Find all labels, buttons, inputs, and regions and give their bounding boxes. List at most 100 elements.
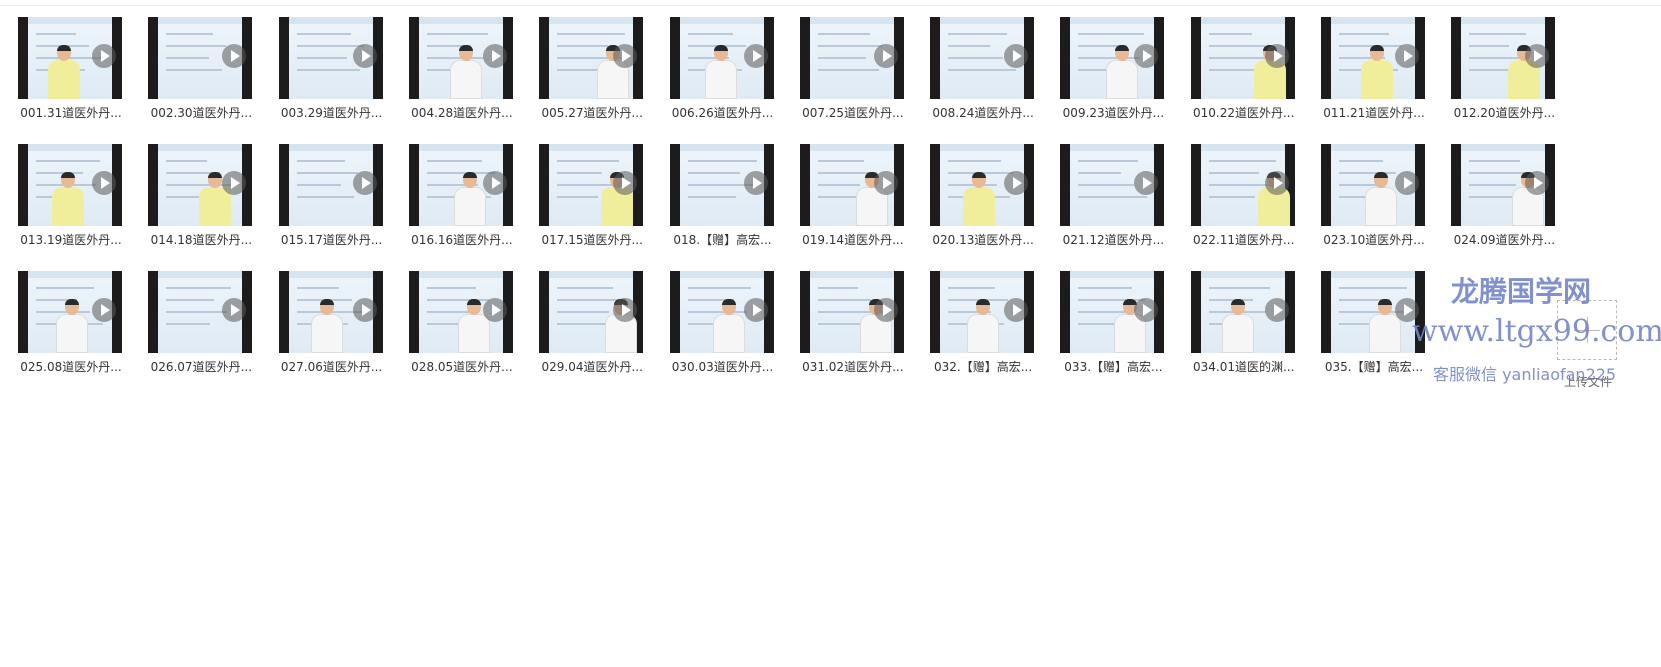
play-icon[interactable] <box>222 43 247 68</box>
play-icon[interactable] <box>613 297 638 322</box>
video-thumbnail[interactable] <box>1060 271 1165 353</box>
play-icon[interactable] <box>1134 170 1159 195</box>
file-item[interactable]: 030.03道医外丹... <box>669 271 808 396</box>
file-item[interactable]: 018.【赠】高宏... <box>669 144 808 269</box>
play-icon[interactable] <box>1395 170 1419 195</box>
video-thumbnail[interactable] <box>1060 17 1165 99</box>
file-item[interactable]: 007.25道医外丹... <box>799 17 938 142</box>
video-thumbnail[interactable] <box>1321 17 1425 99</box>
file-item[interactable]: 032.【赠】高宏... <box>930 271 1068 396</box>
file-item[interactable]: 012.20道医外丹... <box>1451 17 1589 142</box>
video-thumbnail[interactable] <box>539 271 644 353</box>
play-icon[interactable] <box>1004 170 1029 195</box>
file-item[interactable]: 031.02道医外丹... <box>799 271 938 396</box>
play-icon[interactable] <box>482 170 507 195</box>
file-item[interactable]: 027.06道医外丹... <box>278 271 417 396</box>
video-thumbnail[interactable] <box>1190 17 1295 99</box>
play-icon[interactable] <box>1525 43 1550 68</box>
video-thumbnail[interactable] <box>408 144 513 226</box>
video-thumbnail[interactable] <box>539 17 644 99</box>
video-thumbnail[interactable] <box>539 144 644 226</box>
video-thumbnail[interactable] <box>1451 17 1556 99</box>
play-icon[interactable] <box>743 43 768 68</box>
file-item[interactable]: 019.14道医外丹... <box>799 144 938 269</box>
play-icon[interactable] <box>1134 297 1159 322</box>
play-icon[interactable] <box>1264 297 1289 322</box>
video-thumbnail[interactable] <box>278 271 383 353</box>
video-thumbnail[interactable] <box>1321 271 1425 353</box>
play-icon[interactable] <box>92 170 116 195</box>
play-icon[interactable] <box>92 297 116 322</box>
video-thumbnail[interactable] <box>669 144 774 226</box>
video-thumbnail[interactable] <box>1060 144 1165 226</box>
file-item[interactable]: 028.05道医外丹... <box>408 271 547 396</box>
video-thumbnail[interactable] <box>1190 144 1295 226</box>
play-icon[interactable] <box>1264 43 1289 68</box>
play-icon[interactable] <box>1525 170 1550 195</box>
file-item[interactable]: 016.16道医外丹... <box>408 144 547 269</box>
file-item[interactable]: 024.09道医外丹... <box>1451 144 1589 269</box>
play-icon[interactable] <box>613 170 638 195</box>
video-thumbnail[interactable] <box>408 271 513 353</box>
video-thumbnail[interactable] <box>930 17 1035 99</box>
video-thumbnail[interactable] <box>18 17 122 99</box>
video-thumbnail[interactable] <box>669 17 774 99</box>
play-icon[interactable] <box>482 43 507 68</box>
file-item[interactable]: 005.27道医外丹... <box>539 17 677 142</box>
file-item[interactable]: 017.15道医外丹... <box>539 144 677 269</box>
file-item[interactable]: 023.10道医外丹... <box>1321 144 1459 269</box>
file-item[interactable]: 009.23道医外丹... <box>1060 17 1198 142</box>
play-icon[interactable] <box>1264 170 1289 195</box>
play-icon[interactable] <box>873 43 898 68</box>
play-icon[interactable] <box>352 297 377 322</box>
file-item[interactable]: 026.07道医外丹... <box>148 271 286 396</box>
file-item[interactable]: 022.11道医外丹... <box>1190 144 1329 269</box>
file-item[interactable]: 008.24道医外丹... <box>930 17 1068 142</box>
file-item[interactable]: 020.13道医外丹... <box>930 144 1068 269</box>
file-item[interactable]: 004.28道医外丹... <box>408 17 547 142</box>
play-icon[interactable] <box>352 43 377 68</box>
play-icon[interactable] <box>92 43 116 68</box>
play-icon[interactable] <box>873 170 898 195</box>
video-thumbnail[interactable] <box>408 17 513 99</box>
play-icon[interactable] <box>743 170 768 195</box>
play-icon[interactable] <box>352 170 377 195</box>
video-thumbnail[interactable] <box>148 144 253 226</box>
file-item[interactable]: 006.26道医外丹... <box>669 17 808 142</box>
video-thumbnail[interactable] <box>18 271 122 353</box>
play-icon[interactable] <box>1004 297 1029 322</box>
video-thumbnail[interactable] <box>1451 144 1556 226</box>
play-icon[interactable] <box>482 297 507 322</box>
video-thumbnail[interactable] <box>799 144 904 226</box>
play-icon[interactable] <box>1004 43 1029 68</box>
video-thumbnail[interactable] <box>799 17 904 99</box>
file-item[interactable]: 033.【赠】高宏... <box>1060 271 1198 396</box>
play-icon[interactable] <box>743 297 768 322</box>
video-thumbnail[interactable] <box>669 271 774 353</box>
file-item[interactable]: 011.21道医外丹... <box>1321 17 1459 142</box>
file-item[interactable]: 010.22道医外丹... <box>1190 17 1329 142</box>
video-thumbnail[interactable] <box>799 271 904 353</box>
file-item[interactable]: 003.29道医外丹... <box>278 17 417 142</box>
file-item[interactable]: 021.12道医外丹... <box>1060 144 1198 269</box>
play-icon[interactable] <box>1134 43 1159 68</box>
play-icon[interactable] <box>873 297 898 322</box>
file-item[interactable]: 014.18道医外丹... <box>148 144 286 269</box>
video-thumbnail[interactable] <box>148 17 253 99</box>
video-thumbnail[interactable] <box>930 271 1035 353</box>
video-thumbnail[interactable] <box>1321 144 1425 226</box>
file-item[interactable]: 034.01道医的渊... <box>1190 271 1329 396</box>
video-thumbnail[interactable] <box>148 271 253 353</box>
file-item[interactable]: 001.31道医外丹... <box>18 17 156 142</box>
play-icon[interactable] <box>613 43 638 68</box>
play-icon[interactable] <box>1395 43 1419 68</box>
file-item[interactable]: 029.04道医外丹... <box>539 271 677 396</box>
file-item[interactable]: 002.30道医外丹... <box>148 17 286 142</box>
file-item[interactable]: 025.08道医外丹... <box>18 271 156 396</box>
video-thumbnail[interactable] <box>278 17 383 99</box>
file-item[interactable]: 013.19道医外丹... <box>18 144 156 269</box>
play-icon[interactable] <box>222 170 247 195</box>
video-thumbnail[interactable] <box>1190 271 1295 353</box>
play-icon[interactable] <box>222 297 247 322</box>
video-thumbnail[interactable] <box>278 144 383 226</box>
